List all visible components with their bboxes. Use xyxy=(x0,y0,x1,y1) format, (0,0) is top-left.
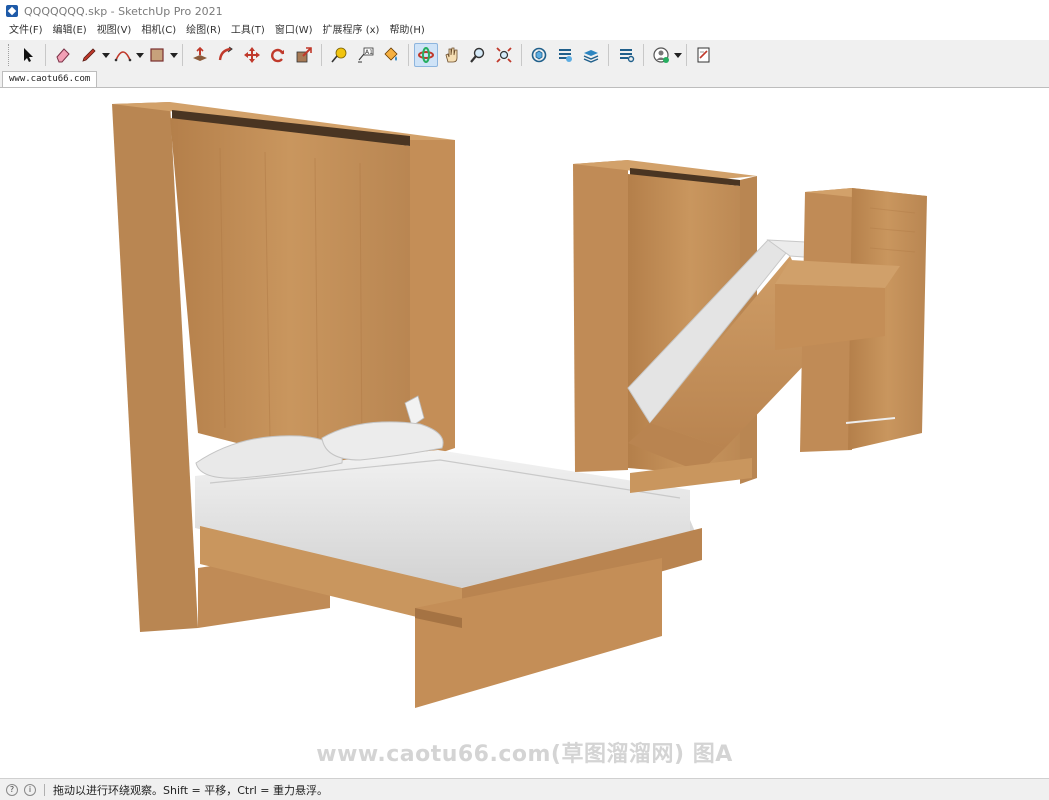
toolbar-separator xyxy=(686,44,687,66)
toolbar-separator xyxy=(608,44,609,66)
status-text: 拖动以进行环绕观察。Shift = 平移，Ctrl = 重力悬浮。 xyxy=(53,783,328,797)
line-tools-dropdown[interactable] xyxy=(102,43,110,67)
scale-icon[interactable] xyxy=(292,43,316,67)
menu-draw[interactable]: 绘图(R) xyxy=(181,22,226,40)
rotate-icon[interactable] xyxy=(266,43,290,67)
toolbar-separator xyxy=(408,44,409,66)
model-viewport[interactable]: www.caotu66.com(草图溜溜网) 图A xyxy=(0,88,1049,778)
orbit-icon[interactable] xyxy=(414,43,438,67)
menu-view[interactable]: 视图(V) xyxy=(92,22,137,40)
status-separator xyxy=(44,783,45,796)
svg-text:A1: A1 xyxy=(365,49,373,56)
sketchup-window: QQQQQQQ.skp - SketchUp Pro 2021 文件(F) 编辑… xyxy=(0,0,1049,800)
menu-extensions[interactable]: 扩展程序 (x) xyxy=(318,22,385,40)
extension-manager-icon[interactable] xyxy=(614,43,638,67)
window-title: QQQQQQQ.skp - SketchUp Pro 2021 xyxy=(24,4,223,18)
main-toolbar: A1 xyxy=(0,40,1049,70)
geo-location-icon[interactable]: ? xyxy=(6,783,18,796)
sketchup-logo-icon xyxy=(6,5,18,17)
menu-bar: 文件(F) 编辑(E) 视图(V) 相机(C) 绘图(R) 工具(T) 窗口(W… xyxy=(0,22,1049,40)
toolbar-grip[interactable] xyxy=(8,44,11,66)
push-pull-icon[interactable] xyxy=(188,43,212,67)
menu-camera[interactable]: 相机(C) xyxy=(136,22,181,40)
follow-me-icon[interactable] xyxy=(214,43,238,67)
select-arrow-icon[interactable] xyxy=(16,43,40,67)
toolbar-separator xyxy=(45,44,46,66)
shape-tools-dropdown[interactable] xyxy=(170,43,178,67)
toolbar-separator xyxy=(643,44,644,66)
menu-file[interactable]: 文件(F) xyxy=(4,22,48,40)
menu-window[interactable]: 窗口(W) xyxy=(270,22,318,40)
status-bar: ? i 拖动以进行环绕观察。Shift = 平移，Ctrl = 重力悬浮。 xyxy=(0,778,1049,800)
layout-icon[interactable] xyxy=(579,43,603,67)
eraser-icon[interactable] xyxy=(51,43,75,67)
toolbar-separator xyxy=(521,44,522,66)
zoom-extents-icon[interactable] xyxy=(492,43,516,67)
paint-bucket-icon[interactable] xyxy=(379,43,403,67)
tape-measure-icon[interactable] xyxy=(327,43,351,67)
cabinet-side-panel xyxy=(573,160,628,472)
scene-tab-bar: www.caotu66.com xyxy=(0,70,1049,88)
menu-help[interactable]: 帮助(H) xyxy=(384,22,429,40)
arc-tools-dropdown[interactable] xyxy=(136,43,144,67)
pencil-line-icon[interactable] xyxy=(77,43,101,67)
send-to-layout-icon[interactable] xyxy=(692,43,716,67)
rectangle-icon[interactable] xyxy=(145,43,169,67)
model-scene[interactable] xyxy=(0,88,1049,778)
zoom-icon[interactable] xyxy=(466,43,490,67)
info-icon[interactable]: i xyxy=(24,783,36,796)
toolbar-separator xyxy=(182,44,183,66)
scene-tab[interactable]: www.caotu66.com xyxy=(2,71,98,87)
extension-warehouse-icon[interactable] xyxy=(553,43,577,67)
watermark-text: www.caotu66.com(草图溜溜网) 图A xyxy=(316,742,733,767)
3d-warehouse-icon[interactable] xyxy=(527,43,551,67)
account-icon[interactable] xyxy=(649,43,673,67)
pan-hand-icon[interactable] xyxy=(440,43,464,67)
arc-icon[interactable] xyxy=(111,43,135,67)
menu-tools[interactable]: 工具(T) xyxy=(226,22,270,40)
menu-edit[interactable]: 编辑(E) xyxy=(48,22,92,40)
closed-wall-bed[interactable] xyxy=(775,188,927,452)
toolbar-separator xyxy=(321,44,322,66)
text-label-icon[interactable]: A1 xyxy=(353,43,377,67)
account-dropdown[interactable] xyxy=(674,43,682,67)
move-icon[interactable] xyxy=(240,43,264,67)
title-bar: QQQQQQQ.skp - SketchUp Pro 2021 xyxy=(0,0,1049,22)
